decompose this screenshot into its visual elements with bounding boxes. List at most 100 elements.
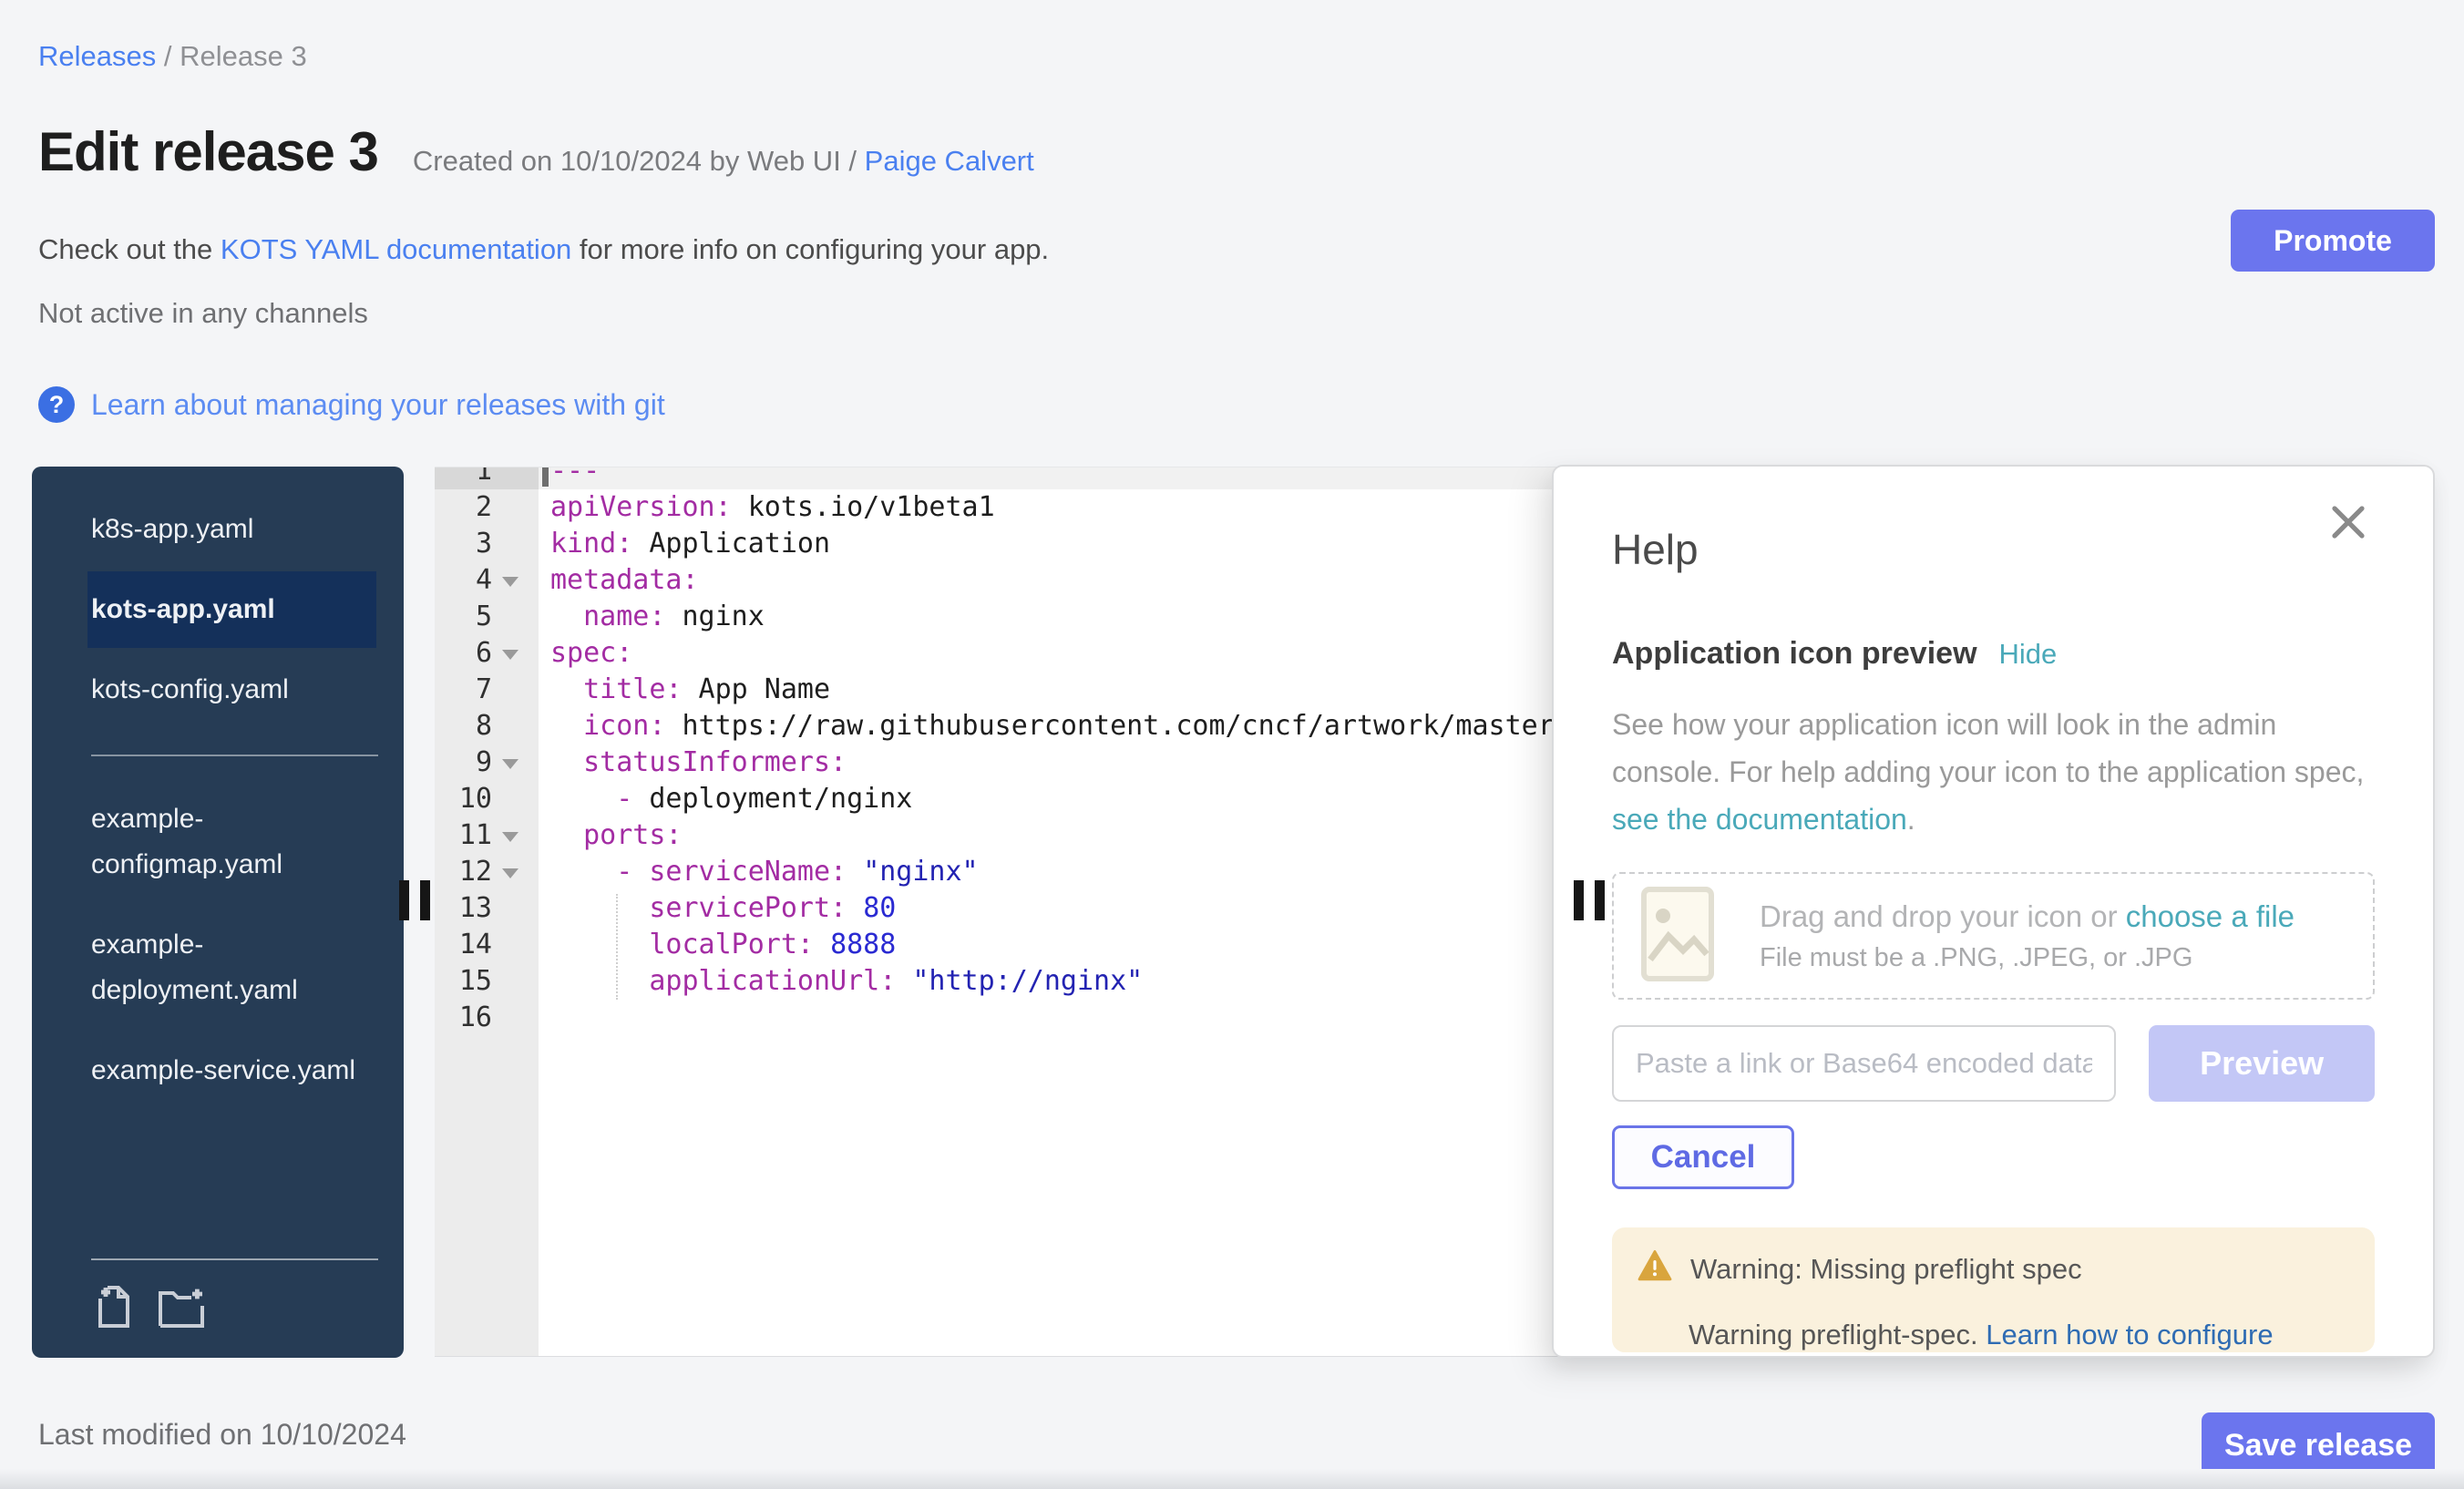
breadcrumb: Releases / Release 3	[38, 40, 307, 73]
fold-arrow-icon[interactable]	[502, 868, 518, 878]
code-line-13[interactable]: 13 servicePort: 80	[435, 890, 1582, 927]
git-help-label: Learn about managing your releases with …	[91, 388, 665, 422]
warning-triangle-icon	[1638, 1249, 1690, 1289]
line-number: 3	[435, 526, 539, 562]
desc-pre: See how your application icon will look …	[1612, 708, 2364, 788]
code-text: localPort: 8888	[539, 927, 896, 963]
code-line-12[interactable]: 12 - serviceName: "nginx"	[435, 854, 1582, 890]
code-line-14[interactable]: 14 localPort: 8888	[435, 927, 1582, 963]
see-documentation-link[interactable]: see the documentation	[1612, 803, 1907, 836]
text-cursor	[542, 467, 549, 487]
file-item-example-deployment.yaml[interactable]: example-deployment.yaml	[91, 922, 364, 1013]
code-text: icon: https://raw.githubusercontent.com/…	[539, 708, 1571, 744]
icon-dropzone[interactable]: Drag and drop your icon or choose a file…	[1612, 872, 2375, 1000]
help-panel-resize-handle[interactable]	[1574, 880, 1605, 920]
code-line-5[interactable]: 5 name: nginx	[435, 599, 1582, 635]
file-group-1: k8s-app.yaml kots-app.yaml kots-config.yam…	[32, 507, 404, 713]
dropzone-main-text: Drag and drop your icon or choose a file	[1760, 899, 2295, 934]
promote-button[interactable]: Promote	[2231, 210, 2435, 272]
sidebar-resize-handle[interactable]	[399, 880, 430, 920]
warning-detail: Warning preflight-spec. Learn how to con…	[1638, 1319, 2349, 1351]
add-file-icon[interactable]	[91, 1282, 137, 1334]
line-number: 16	[435, 1000, 539, 1036]
code-rows: 1---2apiVersion: kots.io/v1beta13kind: A…	[435, 467, 1582, 1036]
created-prefix: Created on 10/10/2024 by Web UI /	[413, 145, 865, 177]
intro-post: for more info on configuring your app.	[571, 233, 1049, 265]
learn-how-to-configure-link[interactable]: Learn how to configure	[1986, 1319, 2273, 1350]
bottom-fade	[0, 1469, 2464, 1489]
file-group-2: example-configmap.yaml example-deployment…	[32, 796, 404, 1094]
code-text: servicePort: 80	[539, 890, 896, 927]
close-icon[interactable]	[2327, 501, 2369, 548]
line-number: 1	[435, 467, 539, 489]
choose-file-link[interactable]: choose a file	[2126, 899, 2295, 933]
preflight-warning-box: Warning: Missing preflight spec Warning …	[1612, 1227, 2375, 1352]
intro-text: Check out the KOTS YAML documentation fo…	[38, 233, 1049, 266]
sidebar-footer-divider	[91, 1258, 378, 1260]
file-item-example-configmap.yaml[interactable]: example-configmap.yaml	[91, 796, 364, 888]
code-line-2[interactable]: 2apiVersion: kots.io/v1beta1	[435, 489, 1582, 526]
code-line-10[interactable]: 10 - deployment/nginx	[435, 781, 1582, 817]
line-number: 10	[435, 781, 539, 817]
code-text: applicationUrl: "http://nginx"	[539, 963, 1143, 1000]
yaml-code-editor[interactable]: 1---2apiVersion: kots.io/v1beta13kind: A…	[435, 467, 1582, 1357]
code-text: apiVersion: kots.io/v1beta1	[539, 489, 995, 526]
line-number: 15	[435, 963, 539, 1000]
file-item-kots-config.yaml[interactable]: kots-config.yaml	[91, 667, 364, 713]
file-item-kots-app.yaml[interactable]: kots-app.yaml	[87, 571, 376, 648]
channel-status-text: Not active in any channels	[38, 297, 368, 330]
line-number: 13	[435, 890, 539, 927]
code-text: name: nginx	[539, 599, 765, 635]
title-row: Edit release 3 Created on 10/10/2024 by …	[38, 120, 1034, 183]
code-line-16[interactable]: 16	[435, 1000, 1582, 1036]
line-number: 9	[435, 744, 539, 781]
fold-arrow-icon[interactable]	[502, 577, 518, 587]
dropzone-text-pre: Drag and drop your icon or	[1760, 899, 2126, 933]
line-number: 6	[435, 635, 539, 672]
created-author-link[interactable]: Paige Calvert	[865, 145, 1034, 177]
indent-guide	[616, 894, 618, 1000]
line-number: 12	[435, 854, 539, 890]
line-number: 7	[435, 672, 539, 708]
last-modified-text: Last modified on 10/10/2024	[38, 1418, 406, 1452]
file-group-divider	[91, 755, 378, 756]
line-number: 5	[435, 599, 539, 635]
code-line-4[interactable]: 4metadata:	[435, 562, 1582, 599]
kots-yaml-doc-link[interactable]: KOTS YAML documentation	[221, 233, 571, 265]
line-number: 2	[435, 489, 539, 526]
add-folder-icon[interactable]	[157, 1282, 206, 1334]
breadcrumb-current: Release 3	[180, 40, 307, 72]
breadcrumb-releases-link[interactable]: Releases	[38, 40, 156, 72]
page-title: Edit release 3	[38, 120, 378, 183]
fold-arrow-icon[interactable]	[502, 759, 518, 769]
icon-preview-section-title: Application icon preview	[1612, 636, 1977, 672]
code-line-7[interactable]: 7 title: App Name	[435, 672, 1582, 708]
file-tree-sidebar: k8s-app.yaml kots-app.yaml kots-config.yam…	[32, 467, 404, 1358]
git-help-link[interactable]: ? Learn about managing your releases wit…	[38, 386, 665, 423]
dropzone-sub-text: File must be a .PNG, .JPEG, or .JPG	[1760, 943, 2295, 973]
code-text: kind: Application	[539, 526, 830, 562]
image-placeholder-icon	[1641, 887, 1714, 986]
file-item-k8s-app.yaml[interactable]: k8s-app.yaml	[91, 507, 364, 552]
release-editor-page: { "breadcrumb": { "link": "Releases", "s…	[0, 0, 2464, 1489]
hide-link[interactable]: Hide	[1999, 638, 2058, 671]
line-number: 4	[435, 562, 539, 599]
code-line-3[interactable]: 3kind: Application	[435, 526, 1582, 562]
code-line-8[interactable]: 8 icon: https://raw.githubusercontent.co…	[435, 708, 1582, 744]
code-line-11[interactable]: 11 ports:	[435, 817, 1582, 854]
warning-detail-pre: Warning preflight-spec.	[1689, 1319, 1986, 1350]
code-text	[539, 1000, 550, 1036]
code-line-6[interactable]: 6spec:	[435, 635, 1582, 672]
cancel-button[interactable]: Cancel	[1612, 1125, 1794, 1189]
icon-url-input[interactable]	[1612, 1025, 2116, 1102]
code-text: title: App Name	[539, 672, 830, 708]
code-line-15[interactable]: 15 applicationUrl: "http://nginx"	[435, 963, 1582, 1000]
code-line-1[interactable]: 1---	[435, 467, 1582, 489]
fold-arrow-icon[interactable]	[502, 832, 518, 842]
fold-arrow-icon[interactable]	[502, 650, 518, 660]
code-line-9[interactable]: 9 statusInformers:	[435, 744, 1582, 781]
desc-post: .	[1907, 803, 1915, 836]
intro-pre: Check out the	[38, 233, 221, 265]
file-item-example-service.yaml[interactable]: example-service.yaml	[91, 1048, 364, 1094]
preview-button[interactable]: Preview	[2149, 1025, 2375, 1102]
